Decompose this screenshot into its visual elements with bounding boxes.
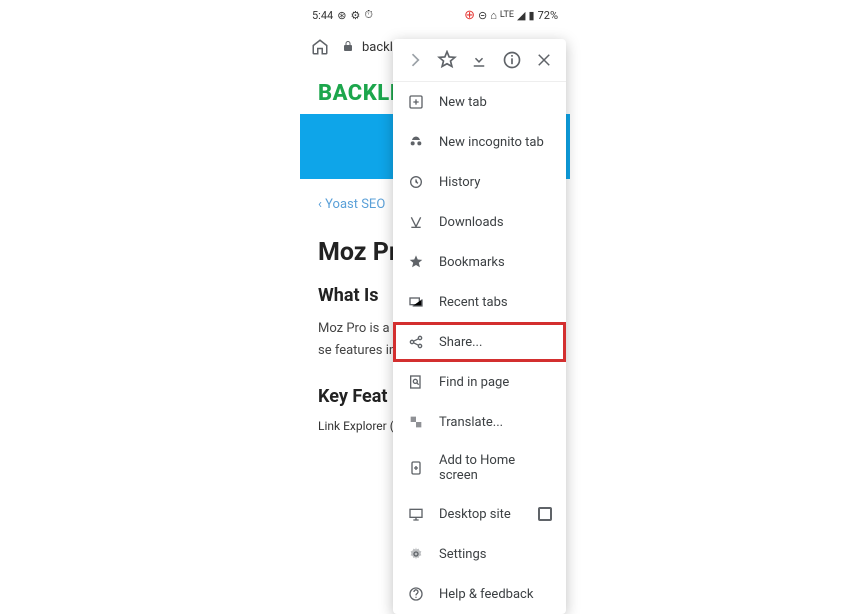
star-icon[interactable] [436, 49, 458, 71]
desktop-checkbox[interactable] [538, 507, 552, 521]
forward-icon[interactable] [404, 49, 426, 71]
status-icon-1: ⊛ [337, 9, 346, 22]
status-battery-pct: 72% [538, 9, 558, 22]
menu-item-share[interactable]: Share... [393, 322, 566, 362]
menu-item-bookmarks[interactable]: Bookmarks [393, 242, 566, 282]
status-notif-icon: ⊕ [464, 8, 475, 23]
menu-item-label: Share... [439, 335, 482, 350]
lock-icon [342, 40, 356, 54]
share-icon [407, 333, 425, 351]
help-icon [407, 585, 425, 603]
status-dnd-icon: ⊝ [478, 9, 487, 22]
status-icon-2: ⚙ [350, 9, 360, 22]
menu-item-downloads[interactable]: Downloads [393, 202, 566, 242]
menu-item-label: Help & feedback [439, 587, 533, 602]
settings-icon [407, 545, 425, 563]
status-time: 5:44 [312, 9, 333, 22]
status-lte: LTE [500, 10, 514, 20]
menu-item-label: Downloads [439, 215, 504, 230]
menu-item-label: Recent tabs [439, 295, 508, 310]
url-text: backli [362, 40, 396, 55]
menu-item-label: Bookmarks [439, 255, 505, 270]
menu-item-label: Add to Home screen [439, 453, 552, 483]
menu-top-row [393, 39, 566, 82]
status-bar: 5:44 ⊛ ⚙ ⏱ ⊕ ⊝ ⌂ LTE ◢ ▮ 72% [300, 5, 570, 25]
downloads-icon [407, 213, 425, 231]
menu-item-findinpage[interactable]: Find in page [393, 362, 566, 402]
menu-item-help[interactable]: Help & feedback [393, 574, 566, 614]
download-icon[interactable] [468, 49, 490, 71]
status-battery-icon: ▮ [529, 9, 535, 22]
recenttabs-icon [407, 293, 425, 311]
bookmarks-icon [407, 253, 425, 271]
menu-item-label: Translate... [439, 415, 503, 430]
status-cast-icon: ⌂ [490, 9, 497, 22]
history-icon [407, 173, 425, 191]
menu-item-history[interactable]: History [393, 162, 566, 202]
status-signal-icon: ◢ [517, 9, 525, 22]
menu-item-translate[interactable]: Translate... [393, 402, 566, 442]
menu-item-label: History [439, 175, 480, 190]
info-icon[interactable] [501, 49, 523, 71]
status-icon-3: ⏱ [364, 8, 373, 22]
addhome-icon [407, 459, 425, 477]
menu-item-recenttabs[interactable]: Recent tabs [393, 282, 566, 322]
menu-item-incognito[interactable]: New incognito tab [393, 122, 566, 162]
incognito-icon [407, 133, 425, 151]
menu-item-label: New incognito tab [439, 135, 544, 150]
newtab-icon [407, 93, 425, 111]
menu-item-newtab[interactable]: New tab [393, 82, 566, 122]
menu-item-label: New tab [439, 95, 487, 110]
menu-item-addhome[interactable]: Add to Home screen [393, 442, 566, 494]
home-icon[interactable] [310, 37, 330, 57]
menu-item-desktop[interactable]: Desktop site [393, 494, 566, 534]
findinpage-icon [407, 373, 425, 391]
desktop-icon [407, 505, 425, 523]
close-icon[interactable] [533, 49, 555, 71]
menu-item-settings[interactable]: Settings [393, 534, 566, 574]
translate-icon [407, 413, 425, 431]
browser-menu: New tab New incognito tab History Downlo… [393, 39, 566, 614]
menu-item-label: Desktop site [439, 507, 511, 522]
menu-item-label: Settings [439, 547, 486, 562]
menu-item-label: Find in page [439, 375, 509, 390]
